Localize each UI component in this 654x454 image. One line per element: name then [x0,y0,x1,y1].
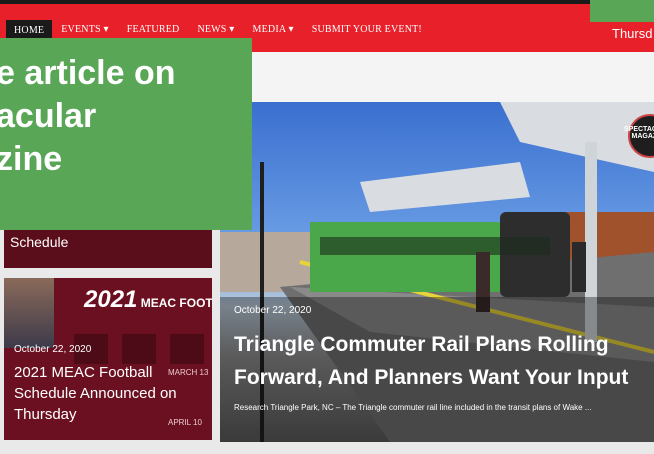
nav-events-label: EVENTS [61,24,101,35]
magazine-logo-text: SPECTACULAR MAGAZINE [624,126,654,140]
card-title[interactable]: 2021 MEAC Football Schedule Announced on… [14,362,194,425]
hero-date: October 22, 2020 [234,305,312,316]
card-header-year: 2021 [84,286,138,313]
card-header: 2021 MEAC FOOTBALL SCHEDULE [84,286,212,314]
card-photo [4,278,54,348]
card-header-text: MEAC FOOTBALL SCHEDULE [140,296,212,310]
overlay-line-2: acular [0,97,97,135]
hero-article[interactable]: SPECTACULAR MAGAZINE October 22, 2020 Tr… [220,102,654,442]
chevron-down-icon: ▾ [288,24,294,35]
overlay-line-3: zine [0,140,63,178]
schedule-tile [170,334,204,364]
promo-overlay[interactable]: e article on acular zine [0,38,252,230]
hero-excerpt: Research Triangle Park, NC – The Triangl… [234,403,592,412]
green-corner-tab [590,0,654,22]
overlay-line-1: e article on [0,54,176,92]
chevron-down-icon: ▾ [229,24,235,35]
nav-submit-event[interactable]: SUBMIT YOUR EVENT! [303,20,431,41]
nav-news-label: NEWS [197,24,227,35]
nav-media[interactable]: MEDIA ▾ [244,20,303,41]
chevron-down-icon: ▾ [103,24,109,35]
nav-media-label: MEDIA [252,24,286,35]
current-date: Thursd [612,26,653,41]
card-date: October 22, 2020 [14,344,92,355]
hero-title[interactable]: Triangle Commuter Rail Plans Rolling For… [234,328,644,394]
schedule-tile [122,334,156,364]
sidebar-card-1-title[interactable]: Schedule [10,234,68,250]
sidebar-card-2[interactable]: 2021 MEAC FOOTBALL SCHEDULE MARCH 13 APR… [4,278,212,440]
